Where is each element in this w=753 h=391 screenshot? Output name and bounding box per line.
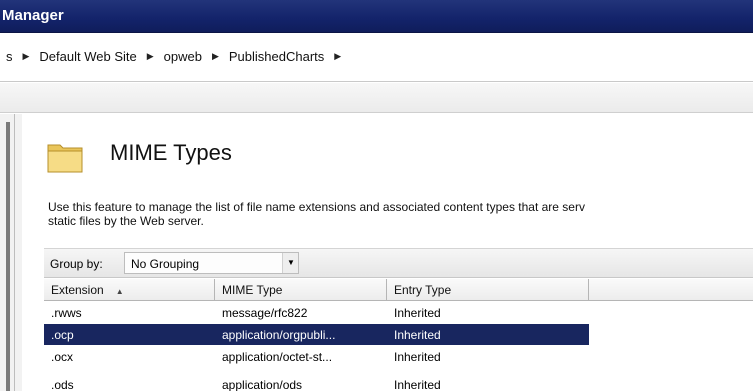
chevron-right-icon[interactable]: ▶ (139, 51, 162, 62)
pane-splitter[interactable] (6, 122, 10, 391)
entry-type-cell: Inherited (394, 378, 441, 391)
entry-type-cell: Inherited (394, 328, 441, 342)
chevron-right-icon[interactable]: ▶ (326, 51, 349, 62)
chevron-right-icon[interactable]: ▶ (204, 51, 227, 62)
connections-pane-edge (0, 114, 22, 391)
extension-cell: .ods (51, 378, 74, 391)
group-by-label: Group by: (50, 257, 103, 271)
page-title: MIME Types (110, 140, 232, 165)
column-header-mime-type[interactable]: MIME Type (215, 279, 387, 301)
table-row[interactable]: .ods application/ods Inherited (44, 368, 589, 391)
window-title: Manager (2, 7, 64, 24)
mime-type-cell: application/orgpubli... (222, 328, 336, 342)
chevron-down-icon: ▼ (287, 258, 295, 267)
table-row[interactable]: .rwws message/rfc822 Inherited (44, 302, 589, 323)
entry-type-cell: Inherited (394, 306, 441, 320)
table-header: Extension ▲ MIME Type Entry Type (44, 279, 753, 301)
feature-description: Use this feature to manage the list of f… (48, 200, 753, 228)
extension-cell: .ocx (51, 350, 74, 364)
column-header-extension[interactable]: Extension ▲ (44, 279, 215, 301)
breadcrumb-item-opweb[interactable]: opweb (162, 49, 204, 64)
extension-cell: .rwws (51, 306, 82, 320)
column-header-entry-type[interactable]: Entry Type (387, 279, 589, 301)
mime-types-table: Extension ▲ MIME Type Entry Type .rwws me… (44, 279, 753, 391)
table-row[interactable]: .ocx application/octet-st... Inherited (44, 346, 589, 367)
mime-type-cell: application/octet-st... (222, 350, 333, 364)
entry-type-cell: Inherited (394, 350, 441, 364)
pane-divider (14, 114, 15, 391)
title-bar: Manager (0, 0, 753, 33)
group-by-bar: Group by: No Grouping ▼ (44, 248, 753, 278)
table-row-selected[interactable]: .ocp application/orgpubli... Inherited (44, 324, 589, 345)
description-line: static files by the Web server. (48, 214, 204, 228)
feature-panel: MIME Types Use this feature to manage th… (22, 114, 753, 391)
mime-type-cell: application/ods (222, 378, 303, 391)
breadcrumb-item-sites[interactable]: s (4, 49, 15, 64)
breadcrumb: s ▶ Default Web Site ▶ opweb ▶ Published… (4, 49, 349, 64)
sort-ascending-icon: ▲ (115, 287, 124, 296)
breadcrumb-item-publishedcharts[interactable]: PublishedCharts (227, 49, 326, 64)
mime-type-cell: message/rfc822 (222, 306, 308, 320)
breadcrumb-item-default-web-site[interactable]: Default Web Site (37, 49, 138, 64)
folder-icon (47, 144, 83, 173)
description-line: Use this feature to manage the list of f… (48, 200, 585, 214)
extension-cell: .ocp (51, 328, 74, 342)
group-by-select[interactable]: No Grouping ▼ (124, 252, 299, 274)
address-bar: s ▶ Default Web Site ▶ opweb ▶ Published… (0, 34, 753, 82)
toolbar-strip (0, 83, 753, 113)
chevron-right-icon[interactable]: ▶ (15, 51, 38, 62)
dropdown-button[interactable]: ▼ (282, 253, 298, 273)
group-by-value: No Grouping (131, 257, 200, 271)
